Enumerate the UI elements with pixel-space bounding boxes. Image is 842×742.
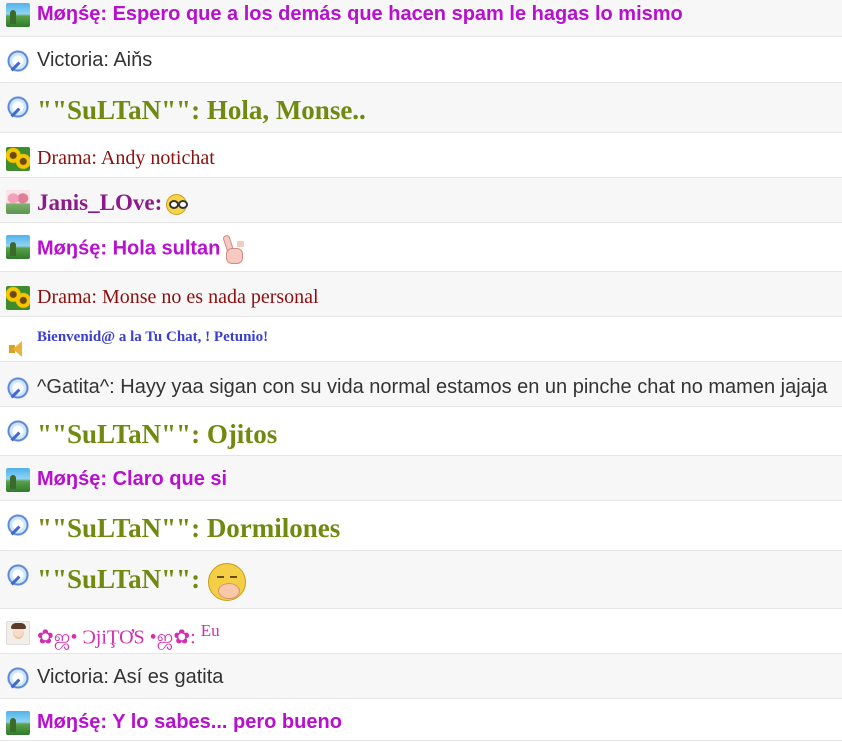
landscape-avatar-icon[interactable] — [6, 3, 30, 27]
name-separator: : — [190, 626, 196, 649]
sender-name[interactable]: ""SuLTaN"" — [37, 513, 191, 543]
sunflower-avatar-icon[interactable] — [6, 147, 30, 171]
feather-avatar-icon[interactable] — [6, 49, 30, 73]
message-text: Así es gatita — [113, 666, 224, 688]
message-text: Claro que si — [112, 468, 228, 490]
message-text: Hola sultan — [112, 237, 221, 260]
chat-message: Drama: Monse no es nada personal — [0, 272, 842, 317]
peace-hand-emoji-icon — [222, 235, 244, 264]
message-content: Drama: Andy notichat — [37, 147, 215, 170]
name-separator: : — [191, 95, 201, 125]
landscape-avatar-icon[interactable] — [6, 235, 30, 259]
message-content: Victoria: Así es gatita — [37, 666, 223, 689]
message-text: Y lo sabes... pero bueno — [112, 711, 342, 733]
feather-avatar-icon[interactable] — [6, 513, 30, 537]
chat-message: ✿ஜ• ƆjiŢƠS •ஜ✿: Eu — [0, 609, 842, 654]
sender-name[interactable]: ""SuLTaN"" — [37, 95, 191, 125]
chat-message: Møŋśę: Claro que si — [0, 456, 842, 501]
feather-avatar-icon[interactable] — [6, 95, 30, 119]
chat-message: ""SuLTaN"": Ojitos — [0, 407, 842, 456]
sender-name[interactable]: ✿ஜ• ƆjiŢƠS •ஜ✿ — [37, 627, 190, 649]
message-text: Eu — [200, 621, 220, 640]
name-separator: : — [154, 190, 163, 215]
chat-log: Møŋśę: Espero que a los demás que hacen … — [0, 0, 842, 741]
chat-message: Møŋśę: Hola sultan — [0, 223, 842, 272]
sender-name[interactable]: ""SuLTaN"" — [37, 564, 191, 594]
name-separator: : — [91, 286, 97, 308]
message-content: ✿ஜ• ƆjiŢƠS •ஜ✿: Eu — [37, 621, 220, 652]
chat-message: Janis_LOve: — [0, 178, 842, 223]
message-text: Ojitos — [206, 419, 278, 449]
message-text: Espero que a los demás que hacen spam le… — [112, 3, 683, 25]
message-content: Victoria: Aiňs — [37, 49, 152, 72]
name-separator: : — [191, 564, 201, 595]
sender-name[interactable]: Janis_LOve — [37, 190, 155, 215]
feather-avatar-icon[interactable] — [6, 666, 30, 690]
yawn-emoji-icon — [208, 563, 247, 601]
feather-avatar-icon[interactable] — [6, 563, 30, 587]
message-content: Møŋśę: Y lo sabes... pero bueno — [37, 711, 342, 734]
feather-avatar-icon[interactable] — [6, 419, 30, 443]
message-text: Monse no es nada personal — [101, 286, 319, 308]
name-separator: : — [191, 419, 201, 449]
message-content: ^Gatita^: Hayy yaa sigan con su vida nor… — [37, 376, 827, 399]
message-content: Møŋśę: Claro que si — [37, 468, 227, 491]
sender-name[interactable]: Victoria — [37, 666, 103, 688]
name-separator: : — [103, 49, 109, 71]
sender-name[interactable]: Drama — [37, 286, 91, 308]
chat-message: Møŋśę: Espero que a los demás que hacen … — [0, 0, 842, 37]
message-text: Aiňs — [113, 49, 153, 71]
face-avatar-icon[interactable] — [6, 621, 30, 645]
landscape-avatar-icon[interactable] — [6, 468, 30, 492]
name-separator: : — [100, 3, 108, 25]
sender-name[interactable]: ""SuLTaN"" — [37, 419, 191, 449]
message-text: Dormilones — [206, 513, 341, 543]
message-content: ""SuLTaN"": Ojitos — [37, 419, 277, 450]
system-message-text: Bienvenid@ a la Tu Chat, ! Petunio! — [37, 329, 269, 345]
message-text: Hola, Monse.. — [206, 95, 366, 125]
name-separator: : — [100, 468, 108, 490]
sender-name[interactable]: Møŋśę — [37, 3, 100, 25]
message-text: Hayy yaa sigan con su vida normal estamo… — [120, 376, 828, 398]
sender-name[interactable]: Møŋśę — [37, 468, 100, 490]
message-text: Andy notichat — [100, 147, 215, 169]
name-separator: : — [100, 711, 108, 733]
speaker-icon — [6, 337, 30, 361]
chat-message: ^Gatita^: Hayy yaa sigan con su vida nor… — [0, 362, 842, 407]
message-content: Møŋśę: Hola sultan — [37, 235, 244, 264]
chat-message: Victoria: Aiňs — [0, 37, 842, 83]
chat-message: Drama: Andy notichat — [0, 133, 842, 178]
sender-name[interactable]: ^Gatita^ — [37, 376, 109, 398]
name-separator: : — [91, 147, 97, 169]
sunflower-avatar-icon[interactable] — [6, 286, 30, 310]
landscape-avatar-icon[interactable] — [6, 711, 30, 735]
chat-message: Møŋśę: Y lo sabes... pero bueno — [0, 699, 842, 741]
nerd-emoji-icon — [166, 194, 189, 216]
sender-name[interactable]: Victoria — [37, 49, 103, 71]
feather-avatar-icon[interactable] — [6, 376, 30, 400]
chat-message: ""SuLTaN"": — [0, 551, 842, 609]
chat-message: ""SuLTaN"": Hola, Monse.. — [0, 83, 842, 133]
name-separator: : — [191, 513, 201, 543]
tulip-avatar-icon[interactable] — [6, 190, 30, 214]
message-content: ""SuLTaN"": Dormilones — [37, 513, 340, 544]
message-content: ""SuLTaN"": — [37, 563, 247, 601]
sender-name[interactable]: Møŋśę — [37, 237, 100, 259]
name-separator: : — [100, 237, 108, 260]
message-content: ""SuLTaN"": Hola, Monse.. — [37, 95, 366, 126]
chat-message: Bienvenid@ a la Tu Chat, ! Petunio! — [0, 317, 842, 362]
name-separator: : — [103, 666, 109, 688]
message-content: Møŋśę: Espero que a los demás que hacen … — [37, 3, 683, 26]
name-separator: : — [109, 376, 115, 398]
message-content: Drama: Monse no es nada personal — [37, 286, 319, 309]
message-content: Bienvenid@ a la Tu Chat, ! Petunio! — [37, 329, 268, 346]
chat-message: Victoria: Así es gatita — [0, 654, 842, 699]
message-content: Janis_LOve: — [37, 190, 189, 216]
sender-name[interactable]: Drama — [37, 147, 91, 169]
sender-name[interactable]: Møŋśę — [37, 711, 100, 733]
chat-message: ""SuLTaN"": Dormilones — [0, 501, 842, 551]
